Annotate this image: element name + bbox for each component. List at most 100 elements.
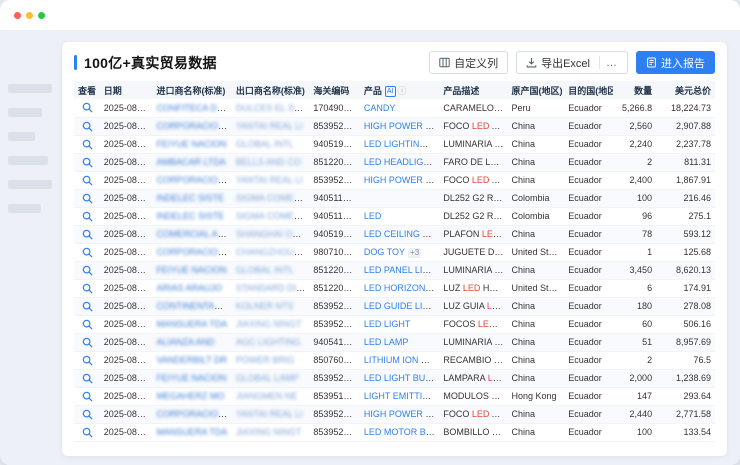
column-header-total_usd: 美元总价: [656, 81, 715, 99]
product-link[interactable]: LED LIGHTING: [364, 139, 429, 149]
product-link[interactable]: LED PANEL LIG...: [364, 265, 437, 275]
product-link[interactable]: LITHIUM ION BATTE...: [364, 355, 439, 365]
product-link[interactable]: DOG TOY: [364, 247, 405, 257]
customize-columns-button[interactable]: 自定义列: [429, 51, 508, 74]
exporter-name: SHANGHAI OMB: [236, 229, 306, 239]
cell-quantity: 2,560: [613, 117, 656, 135]
cell-description: LAMPARA LED LAM...: [439, 369, 507, 387]
highlight-term: LED: [482, 229, 502, 239]
cell-date: 2025-08-08: [100, 279, 153, 297]
view-detail-button[interactable]: [82, 409, 93, 420]
cell-origin: China: [507, 405, 564, 423]
product-link[interactable]: LED LIGHT: [364, 319, 411, 329]
product-link[interactable]: LED LIGHT BULB: [364, 373, 436, 383]
exporter-name: SIGMA COMERC: [236, 193, 307, 203]
cell-hscode: 853952000: [309, 297, 360, 315]
view-detail-button[interactable]: [82, 337, 93, 348]
cell-importer: ALIANZA AND: [152, 333, 231, 351]
product-link[interactable]: LED GUIDE LIGHT T...: [364, 301, 439, 311]
cell-destination: Ecuador: [564, 153, 613, 171]
exporter-name: GLOBAL INTL: [236, 139, 294, 149]
view-detail-button[interactable]: [82, 139, 93, 150]
product-link[interactable]: LED: [364, 211, 382, 221]
cell-origin: Peru: [507, 99, 564, 117]
view-detail-button[interactable]: [82, 121, 93, 132]
view-detail-button[interactable]: [82, 102, 93, 113]
column-header-label: 数量: [634, 86, 652, 96]
cell-hscode: 980710300: [309, 243, 360, 261]
product-link[interactable]: LED HORIZONTAL L...: [364, 283, 439, 293]
product-link[interactable]: HIGH POWER LED F: [364, 175, 439, 185]
highlight-term: LED: [494, 139, 507, 149]
enter-report-button[interactable]: 进入报告: [636, 51, 715, 74]
minimize-window-button[interactable]: [26, 12, 33, 19]
cell-importer: CORPORACION E: [152, 405, 231, 423]
table-row: 2025-08-08COMERCIAL ANDSHANGHAI OMB94051…: [74, 225, 715, 243]
view-detail-button[interactable]: [82, 373, 93, 384]
cell-date: 2025-08-08: [100, 99, 153, 117]
cell-exporter: GLOBAL LAMP: [232, 369, 309, 387]
sidebar-placeholder-item: [8, 108, 42, 117]
cell-description: LUMINARIA LED HO...: [439, 261, 507, 279]
view-detail-button[interactable]: [82, 157, 93, 168]
column-header-date: 日期: [100, 81, 153, 99]
view-detail-button[interactable]: [82, 283, 93, 294]
product-link[interactable]: LED LAMP: [364, 337, 409, 347]
cell-origin: United States: [507, 279, 564, 297]
view-detail-button[interactable]: [82, 319, 93, 330]
cell-exporter: AGC LIGHTING: [232, 333, 309, 351]
cell-exporter: SIGMA COMERC: [232, 207, 309, 225]
column-header-origin: 原产国(地区): [507, 81, 564, 99]
product-link[interactable]: CANDY: [364, 103, 396, 113]
cell-description: MODULOS DE DIOD...: [439, 387, 507, 405]
cell-date: 2025-08-08: [100, 333, 153, 351]
cell-quantity: 100: [613, 189, 656, 207]
importer-name: CONTINENTAL YW: [156, 301, 231, 311]
view-detail-button[interactable]: [82, 193, 93, 204]
export-excel-button[interactable]: 导出Excel …: [516, 51, 628, 74]
view-detail-button[interactable]: [82, 427, 93, 438]
importer-name: MANSUERA TDA: [156, 427, 227, 437]
exporter-name: BELLS AND CO: [236, 157, 301, 167]
importer-name: MANSUERA TDA: [156, 319, 227, 329]
view-detail-button[interactable]: [82, 265, 93, 276]
cell-destination: Ecuador: [564, 99, 613, 117]
cell-product: LED HORIZONTAL L...: [360, 279, 439, 297]
view-detail-button[interactable]: [82, 391, 93, 402]
cell-origin: China: [507, 153, 564, 171]
cell-total_usd: 811.31: [656, 153, 715, 171]
product-link[interactable]: LED HEADLIGHT: [364, 157, 436, 167]
export-more-button[interactable]: …: [605, 58, 618, 68]
maximize-window-button[interactable]: [38, 12, 45, 19]
cell-total_usd: 133.54: [656, 423, 715, 441]
view-detail-button[interactable]: [82, 229, 93, 240]
product-link[interactable]: LIGHT EMITTIN...: [364, 391, 436, 401]
view-detail-button[interactable]: [82, 301, 93, 312]
view-detail-button[interactable]: [82, 247, 93, 258]
cell-hscode: 940511900: [309, 207, 360, 225]
view-detail-button[interactable]: [82, 175, 93, 186]
cell-destination: Ecuador: [564, 369, 613, 387]
cell-product: LED LIGHT: [360, 315, 439, 333]
view-detail-button[interactable]: [82, 211, 93, 222]
importer-name: AMBACAR LTDA: [156, 157, 225, 167]
cell-product: [360, 189, 439, 207]
product-link[interactable]: LED MOTOR BULB: [364, 427, 439, 437]
cell-origin: Hong Kong: [507, 387, 564, 405]
close-window-button[interactable]: [14, 12, 21, 19]
cell-description: PLAFON LED 36W C...: [439, 225, 507, 243]
cell-view: [74, 189, 100, 207]
cell-description: CARAMELO DURO F...: [439, 99, 507, 117]
cell-total_usd: 216.46: [656, 189, 715, 207]
cell-product: LED PANEL LIG...+1: [360, 261, 439, 279]
cell-product: HIGH POWER LED F: [360, 171, 439, 189]
cell-exporter: KOLNER NTS: [232, 297, 309, 315]
info-icon[interactable]: ⓘ: [398, 86, 407, 96]
product-link[interactable]: HIGH POWER LED F...: [364, 409, 439, 419]
product-link[interactable]: HIGH POWER LED F...: [364, 121, 439, 131]
cell-product: HIGH POWER LED F...: [360, 117, 439, 135]
cell-hscode: 851220900: [309, 261, 360, 279]
importer-name: ALIANZA AND: [156, 337, 214, 347]
view-detail-button[interactable]: [82, 355, 93, 366]
product-link[interactable]: LED CEILING LIGHT: [364, 229, 439, 239]
